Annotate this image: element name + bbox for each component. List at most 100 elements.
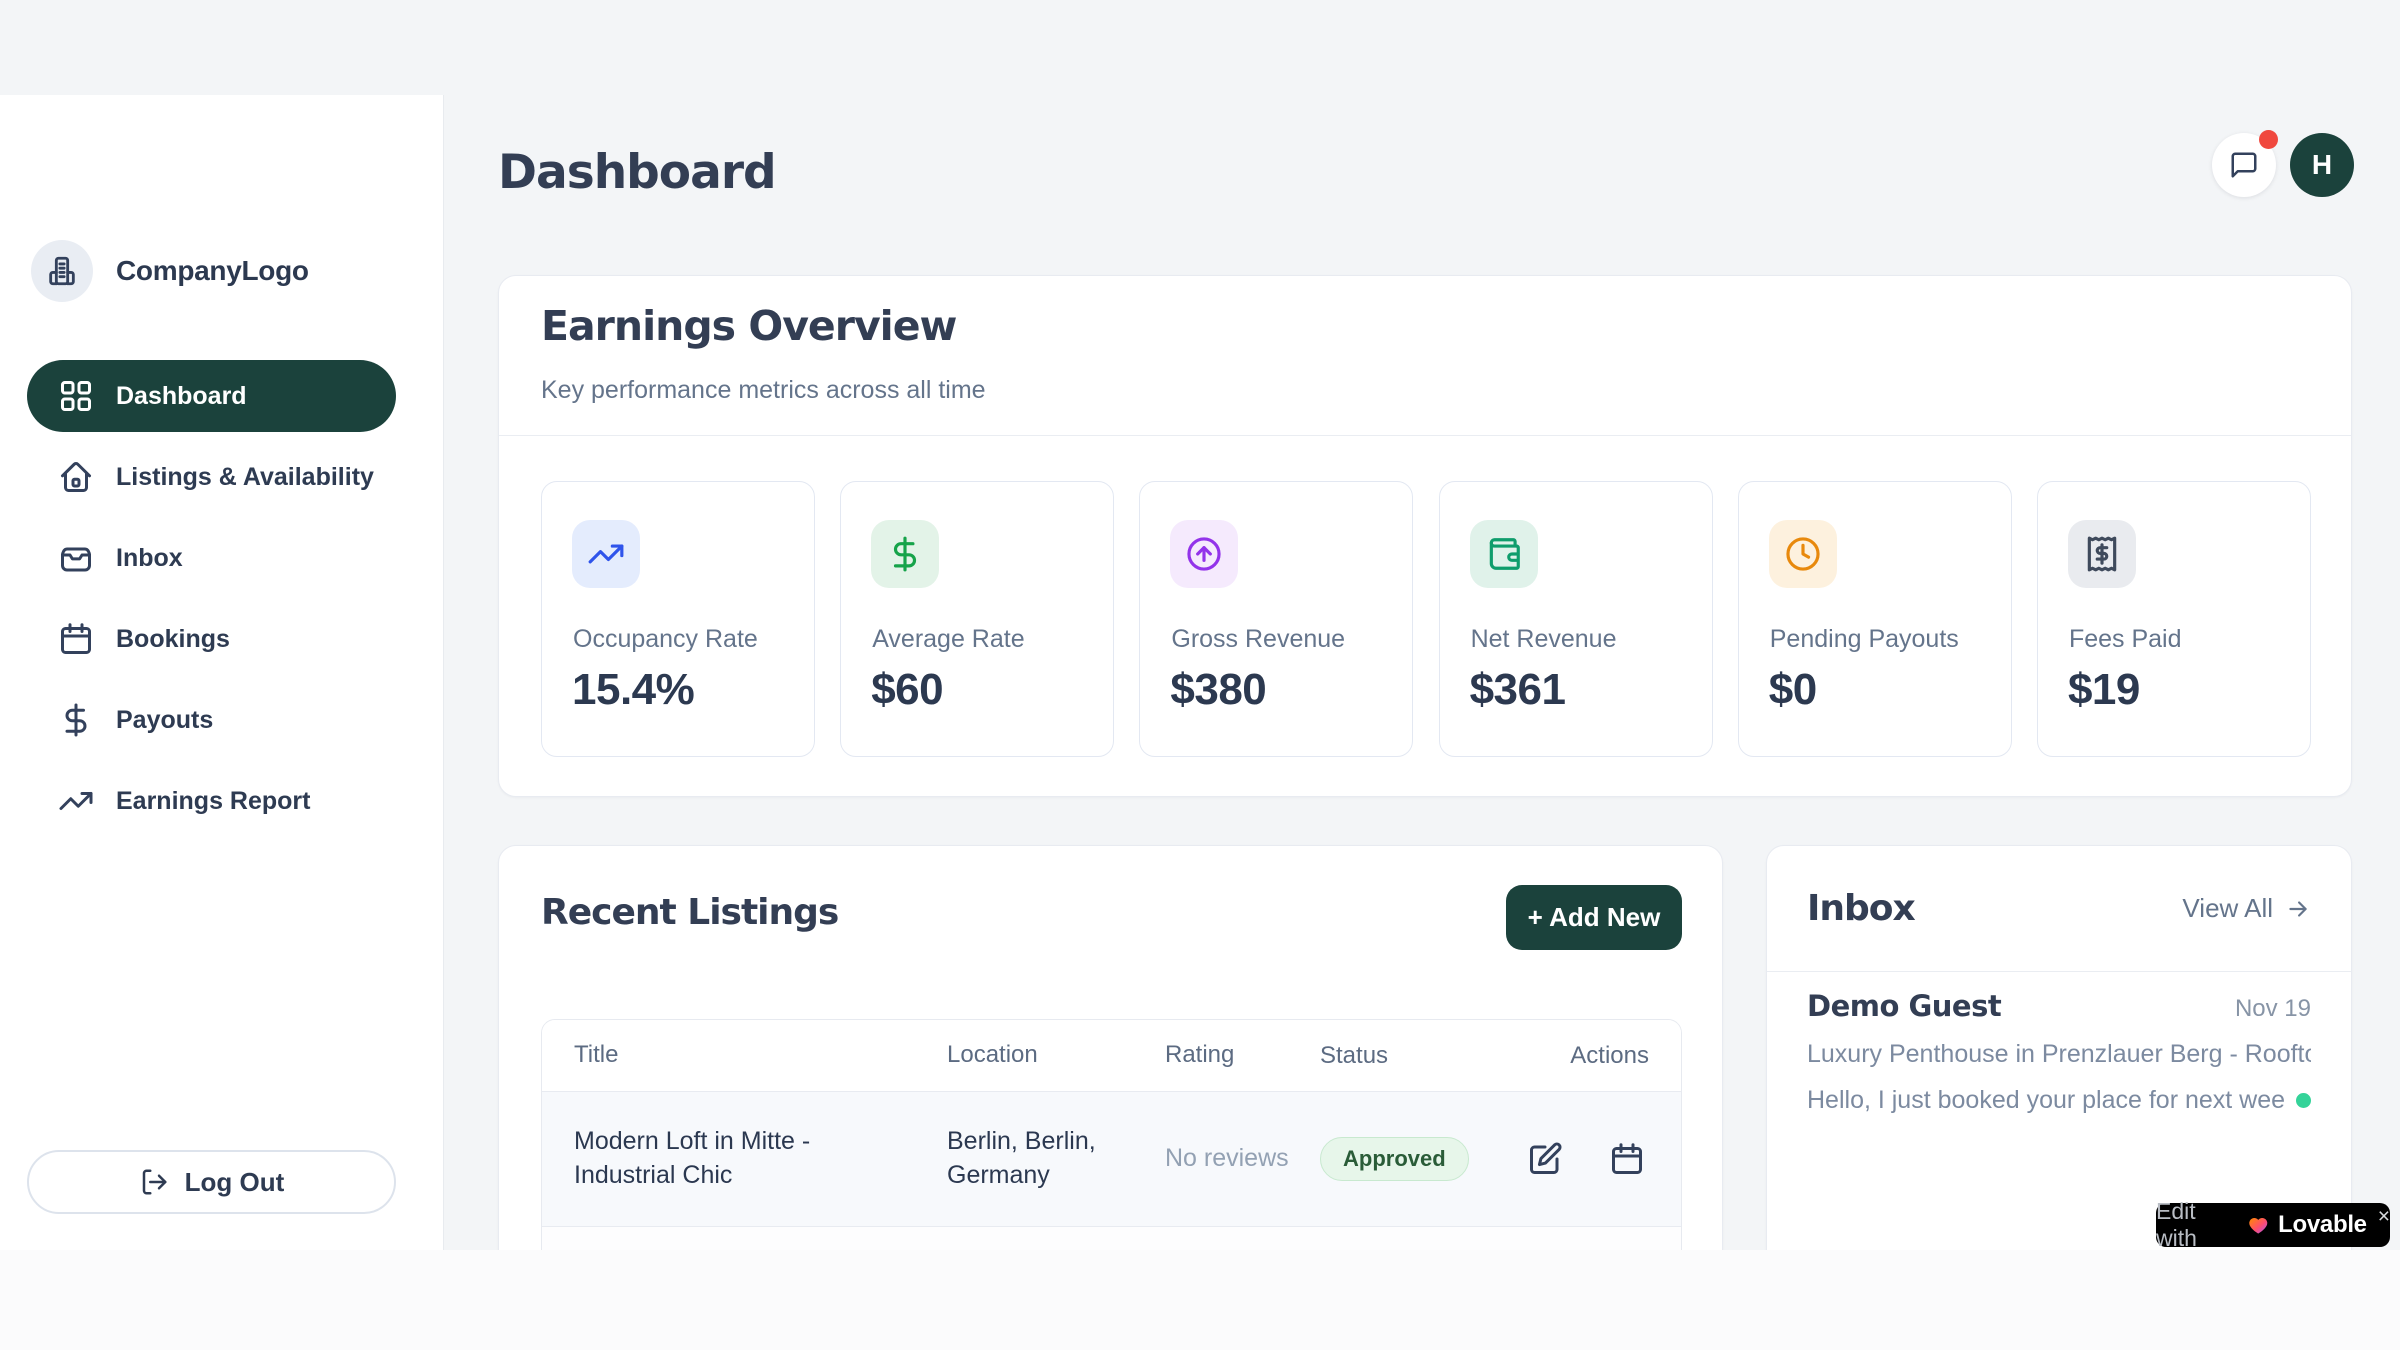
- earnings-subtitle: Key performance metrics across all time: [541, 376, 986, 405]
- column-header-title: Title: [574, 1039, 947, 1071]
- arrow-right-icon: [2285, 896, 2311, 922]
- metric-label: Gross Revenue: [1171, 625, 1345, 654]
- metric-value: $19: [2068, 665, 2140, 715]
- logo-text: CompanyLogo: [116, 255, 309, 287]
- messages-button[interactable]: [2212, 133, 2276, 197]
- app-viewport: CompanyLogo Dashboard Listings & Availab…: [0, 0, 2400, 1250]
- divider: [1767, 971, 2351, 972]
- sidebar-item-label: Inbox: [116, 544, 183, 573]
- trending-up-icon: [572, 520, 640, 588]
- metric-label: Occupancy Rate: [573, 625, 758, 654]
- listing-title: Modern Loft in Mitte - Industrial Chic: [574, 1125, 947, 1193]
- metric-value: 15.4%: [572, 665, 694, 715]
- header-actions: H: [2212, 133, 2354, 197]
- column-header-actions: Actions: [1516, 1042, 1649, 1070]
- table-row-partial: [542, 1227, 1681, 1250]
- metric-label: Average Rate: [872, 625, 1024, 654]
- listing-status: Approved: [1320, 1137, 1516, 1181]
- company-logo-icon: [31, 240, 93, 302]
- metric-gross-revenue: Gross Revenue $380: [1139, 481, 1413, 757]
- logout-icon: [139, 1167, 169, 1197]
- message-subject: Luxury Penthouse in Prenzlauer Berg - Ro…: [1807, 1040, 2311, 1069]
- sidebar: CompanyLogo Dashboard Listings & Availab…: [0, 95, 444, 1250]
- close-icon[interactable]: ×: [2378, 1205, 2390, 1229]
- sidebar-item-inbox[interactable]: Inbox: [27, 522, 396, 594]
- metric-row: Occupancy Rate 15.4% Average Rate $60 Gr…: [541, 481, 2311, 757]
- listing-rating: No reviews: [1165, 1142, 1320, 1176]
- metric-value: $60: [871, 665, 943, 715]
- listing-location: Berlin, Berlin, Germany: [947, 1125, 1165, 1193]
- main-content: Dashboard H Earnings Overview Key perfor…: [444, 95, 2400, 1250]
- column-header-status: Status: [1320, 1042, 1516, 1070]
- column-header-rating: Rating: [1165, 1039, 1320, 1071]
- view-all-link[interactable]: View All: [2182, 893, 2311, 924]
- metric-average-rate: Average Rate $60: [840, 481, 1114, 757]
- table-header-row: Title Location Rating Status Actions: [542, 1020, 1681, 1092]
- lovable-heart-icon: [2247, 1213, 2270, 1237]
- notification-dot: [2259, 130, 2278, 149]
- metric-occupancy-rate: Occupancy Rate 15.4%: [541, 481, 815, 757]
- avatar[interactable]: H: [2290, 133, 2354, 197]
- sidebar-item-label: Bookings: [116, 625, 230, 654]
- sidebar-item-label: Earnings Report: [116, 787, 310, 816]
- message-sender: Demo Guest: [1807, 989, 2001, 1023]
- unread-dot: [2296, 1093, 2311, 1108]
- inbox-tray-icon: [58, 540, 94, 576]
- logout-button[interactable]: Log Out: [27, 1150, 396, 1214]
- metric-label: Pending Payouts: [1770, 625, 1959, 654]
- listing-actions: [1516, 1141, 1649, 1177]
- home-icon: [58, 459, 94, 495]
- sidebar-item-bookings[interactable]: Bookings: [27, 603, 396, 675]
- badge-brand: Lovable: [2278, 1211, 2367, 1239]
- grid-icon: [58, 378, 94, 414]
- inbox-header: Inbox View All: [1807, 888, 2311, 929]
- sidebar-item-label: Payouts: [116, 706, 213, 735]
- sidebar-item-label: Dashboard: [116, 382, 247, 411]
- metric-value: $0: [1769, 665, 1817, 715]
- sidebar-item-label: Listings & Availability: [116, 463, 374, 492]
- edit-with-lovable-badge[interactable]: Edit with Lovable ×: [2156, 1203, 2390, 1247]
- inbox-message-item[interactable]: Demo Guest Nov 19 Luxury Penthouse in Pr…: [1807, 989, 2311, 1115]
- sidebar-nav: Dashboard Listings & Availability Inbox …: [27, 360, 396, 837]
- column-header-location: Location: [947, 1039, 1165, 1071]
- metric-net-revenue: Net Revenue $361: [1439, 481, 1713, 757]
- inbox-title: Inbox: [1807, 888, 1915, 929]
- dollar-icon: [58, 702, 94, 738]
- trending-up-icon: [58, 783, 94, 819]
- calendar-icon: [58, 621, 94, 657]
- divider: [499, 435, 2351, 436]
- message-date: Nov 19: [2235, 995, 2311, 1023]
- metric-pending-payouts: Pending Payouts $0: [1738, 481, 2012, 757]
- recent-listings-title: Recent Listings: [541, 892, 838, 933]
- calendar-icon[interactable]: [1609, 1141, 1645, 1177]
- edit-icon[interactable]: [1527, 1141, 1563, 1177]
- wallet-icon: [1470, 520, 1538, 588]
- bottom-band: [0, 1250, 2400, 1350]
- logout-label: Log Out: [185, 1167, 285, 1198]
- circle-arrow-up-icon: [1170, 520, 1238, 588]
- metric-value: $380: [1170, 665, 1266, 715]
- page-title: Dashboard: [498, 145, 776, 200]
- chat-bubble-icon: [2229, 150, 2259, 180]
- view-all-label: View All: [2182, 893, 2273, 924]
- metric-label: Fees Paid: [2069, 625, 2182, 654]
- sidebar-item-dashboard[interactable]: Dashboard: [27, 360, 396, 432]
- sidebar-item-earnings-report[interactable]: Earnings Report: [27, 765, 396, 837]
- earnings-overview-card: Earnings Overview Key performance metric…: [498, 275, 2352, 797]
- clock-icon: [1769, 520, 1837, 588]
- dollar-icon: [871, 520, 939, 588]
- logo: CompanyLogo: [31, 240, 309, 302]
- metric-fees-paid: Fees Paid $19: [2037, 481, 2311, 757]
- add-new-button[interactable]: + Add New: [1506, 885, 1682, 950]
- sidebar-item-payouts[interactable]: Payouts: [27, 684, 396, 756]
- status-badge: Approved: [1320, 1137, 1469, 1181]
- metric-label: Net Revenue: [1471, 625, 1617, 654]
- receipt-icon: [2068, 520, 2136, 588]
- inbox-card: Inbox View All Demo Guest Nov 19 Luxury …: [1766, 845, 2352, 1250]
- recent-listings-card: Recent Listings + Add New Title Location…: [498, 845, 1723, 1250]
- earnings-title: Earnings Overview: [541, 302, 956, 350]
- message-preview: Hello, I just booked your place for next…: [1807, 1086, 2284, 1115]
- badge-prefix: Edit with: [2156, 1198, 2238, 1252]
- listings-table: Title Location Rating Status Actions Mod…: [541, 1019, 1682, 1250]
- sidebar-item-listings[interactable]: Listings & Availability: [27, 441, 396, 513]
